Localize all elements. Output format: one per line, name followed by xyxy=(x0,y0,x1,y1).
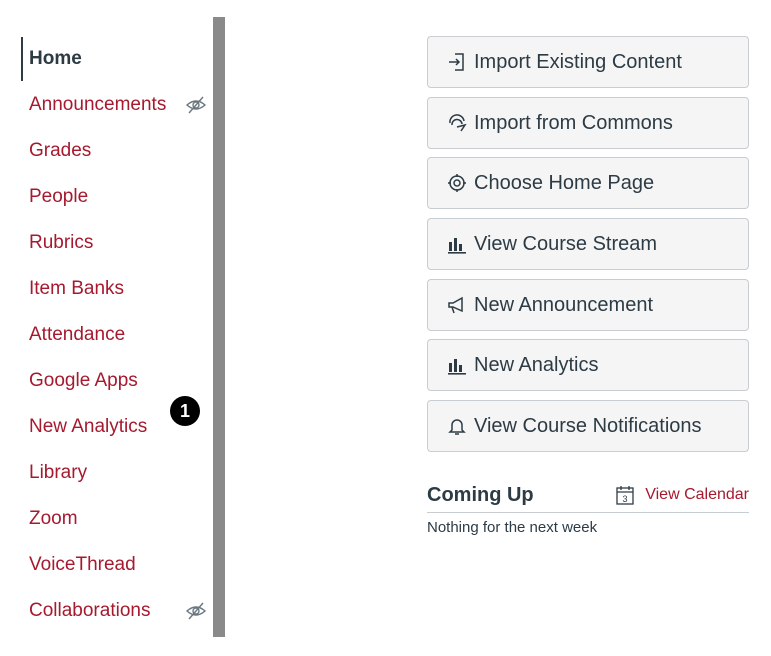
course-nav-list: Home Announcements Grades People Rubrics… xyxy=(21,36,211,634)
coming-up-title: Coming Up xyxy=(427,483,534,506)
nav-item-label: Collaborations xyxy=(29,600,151,621)
bar-chart-icon xyxy=(446,354,468,376)
nav-item-grades[interactable]: Grades xyxy=(21,128,211,174)
new-announcement-button[interactable]: New Announcement xyxy=(427,279,749,331)
nav-item-rubrics[interactable]: Rubrics xyxy=(21,220,211,266)
button-label: Choose Home Page xyxy=(474,171,655,194)
nav-item-label: Attendance xyxy=(29,324,126,345)
hidden-eye-icon xyxy=(185,602,207,620)
nav-item-label: Zoom xyxy=(29,508,78,529)
coming-up-header: Coming Up 3 View Calendar xyxy=(427,478,749,513)
nav-item-zoom[interactable]: Zoom xyxy=(21,496,211,542)
nav-item-label: Google Apps xyxy=(29,370,138,391)
nav-item-attendance[interactable]: Attendance xyxy=(21,312,211,358)
nav-divider xyxy=(213,17,225,637)
course-navigation: Home Announcements Grades People Rubrics… xyxy=(0,0,213,656)
button-label: New Announcement xyxy=(474,293,654,316)
view-calendar-label: View Calendar xyxy=(645,486,749,503)
bar-chart-icon xyxy=(446,233,468,255)
coming-up-empty-text: Nothing for the next week xyxy=(427,519,598,536)
button-label: New Analytics xyxy=(474,353,599,376)
view-course-stream-button[interactable]: View Course Stream xyxy=(427,218,749,270)
target-icon xyxy=(446,172,468,194)
button-label: Import Existing Content xyxy=(474,50,682,73)
view-calendar-link[interactable]: 3 View Calendar xyxy=(615,484,749,506)
calendar-icon: 3 xyxy=(616,486,634,505)
commons-icon xyxy=(446,112,468,134)
button-label: Import from Commons xyxy=(474,111,673,134)
button-label: View Course Stream xyxy=(474,232,658,255)
nav-item-home[interactable]: Home xyxy=(21,36,211,82)
megaphone-icon xyxy=(446,294,468,316)
nav-item-library[interactable]: Library xyxy=(21,450,211,496)
import-from-commons-button[interactable]: Import from Commons xyxy=(427,97,749,149)
import-icon xyxy=(446,51,468,73)
nav-item-voicethread[interactable]: VoiceThread xyxy=(21,542,211,588)
nav-item-label: Grades xyxy=(29,140,92,161)
coming-up-section: Coming Up 3 View Calendar Nothing for th… xyxy=(427,478,749,536)
nav-item-label: VoiceThread xyxy=(29,554,136,575)
button-label: View Course Notifications xyxy=(474,414,702,437)
nav-item-collaborations[interactable]: Collaborations xyxy=(21,588,211,634)
nav-item-label: People xyxy=(29,186,89,207)
nav-item-label: Home xyxy=(29,48,82,69)
nav-item-label: Announcements xyxy=(29,94,167,115)
import-existing-content-button[interactable]: Import Existing Content xyxy=(427,36,749,88)
nav-item-people[interactable]: People xyxy=(21,174,211,220)
callout-badge-1: 1 xyxy=(170,396,200,426)
nav-item-label: Rubrics xyxy=(29,232,94,253)
hidden-eye-icon xyxy=(185,96,207,114)
new-analytics-button[interactable]: New Analytics xyxy=(427,339,749,391)
view-course-notifications-button[interactable]: View Course Notifications xyxy=(427,400,749,452)
nav-item-announcements[interactable]: Announcements xyxy=(21,82,211,128)
nav-item-item-banks[interactable]: Item Banks xyxy=(21,266,211,312)
bell-icon xyxy=(446,415,468,437)
choose-home-page-button[interactable]: Choose Home Page xyxy=(427,157,749,209)
nav-item-label: New Analytics xyxy=(29,416,148,437)
calendar-day: 3 xyxy=(623,494,628,504)
nav-item-label: Library xyxy=(29,462,88,483)
nav-item-label: Item Banks xyxy=(29,278,125,299)
